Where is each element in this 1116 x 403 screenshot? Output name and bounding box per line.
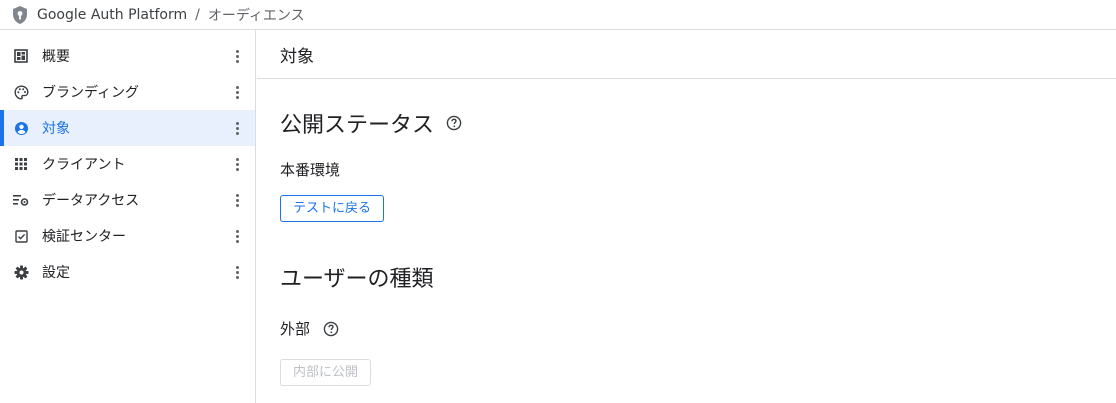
sidebar-item-label: クライアント [42,157,126,173]
sidebar-item-data-access[interactable]: データアクセス [0,182,255,218]
sidebar-item-label: ブランディング [42,85,140,101]
sidebar-item-label: 概要 [42,49,70,65]
publish-status-heading: 公開ステータス [280,107,1116,139]
more-vert-icon[interactable] [227,118,247,138]
apps-grid-icon [13,156,29,172]
main-content: 対象 公開ステータス 本番環境 テストに戻る ユーザーの種類 外部 内部に公開 [257,30,1116,403]
back-to-testing-button[interactable]: テストに戻る [280,195,385,222]
publish-status-value: 本番環境 [280,161,341,179]
account-circle-icon [13,120,29,136]
sidebar-item-verification-center[interactable]: 検証センター [0,218,255,254]
more-vert-icon[interactable] [227,46,247,66]
breadcrumb-product[interactable]: Google Auth Platform [37,7,187,23]
more-vert-icon[interactable] [227,82,247,102]
dashboard-icon [13,48,29,64]
page-title: 対象 [280,46,314,67]
breadcrumb-current: オーディエンス [207,7,305,24]
help-icon[interactable] [446,115,462,131]
user-type-row: 外部 [280,318,1116,339]
data-settings-icon [13,192,29,208]
more-vert-icon[interactable] [227,226,247,246]
user-type-title: ユーザーの種類 [280,267,434,292]
palette-icon [13,84,29,100]
checkbox-icon [13,228,29,244]
shield-logo-icon [11,5,31,25]
sidebar-item-settings[interactable]: 設定 [0,254,255,290]
more-vert-icon[interactable] [227,262,247,282]
breadcrumb-separator: / [195,6,200,23]
make-internal-button: 内部に公開 [280,359,372,386]
sidebar-item-audience[interactable]: 対象 [0,110,255,146]
sidebar-item-branding[interactable]: ブランディング [0,74,255,110]
more-vert-icon[interactable] [227,154,247,174]
more-vert-icon[interactable] [227,190,247,210]
sidebar-item-overview[interactable]: 概要 [0,38,255,74]
sidebar-item-label: 対象 [42,121,70,137]
page-header: 対象 [257,30,1116,79]
sidebar-item-label: 検証センター [42,229,126,245]
user-type-heading: ユーザーの種類 [280,261,1116,293]
publish-status-title: 公開ステータス [280,113,435,138]
sidebar-item-clients[interactable]: クライアント [0,146,255,182]
user-type-value: 外部 [280,320,311,338]
help-icon[interactable] [323,321,339,337]
top-bar: Google Auth Platform / オーディエンス [0,0,1116,30]
gear-icon [13,264,29,280]
sidebar-item-label: データアクセス [42,193,140,209]
sidebar: 概要 ブランディング 対象 クライアント データアクセス 検証センター 設定 [0,30,256,403]
sidebar-item-label: 設定 [42,265,70,281]
